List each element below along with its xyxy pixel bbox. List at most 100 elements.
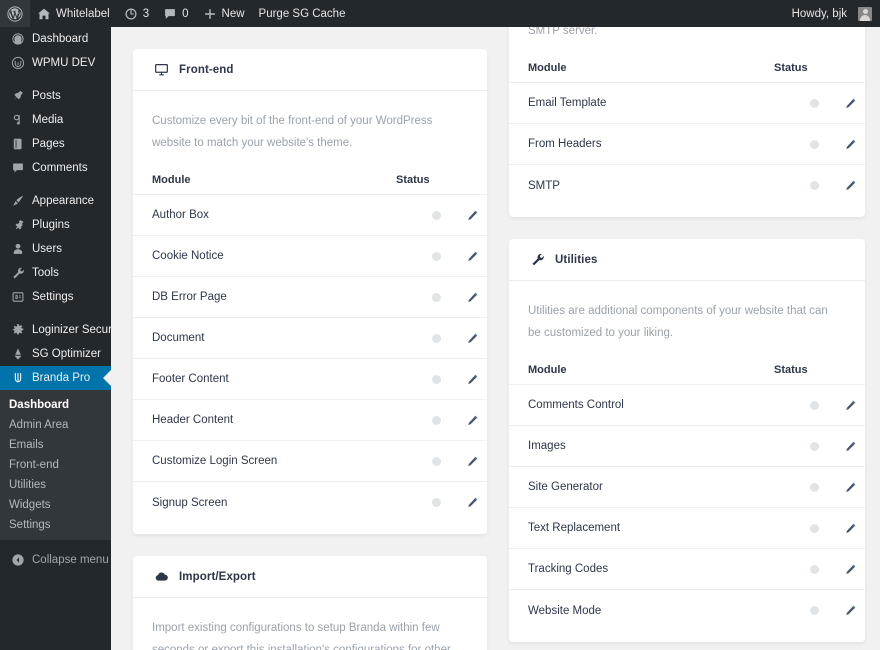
table-row[interactable]: Images [509,426,865,467]
table-row[interactable]: Signup Screen [133,482,487,523]
card-title: Front-end [179,64,234,76]
comments-menu[interactable]: 0 [156,0,195,27]
edit-module-button[interactable] [457,250,487,263]
module-name: Email Template [528,97,793,109]
sidebar-item-media[interactable]: Media [0,108,111,132]
edit-module-button[interactable] [835,179,865,192]
sidebar-item-label: Comments [32,156,88,180]
pencil-icon [844,522,857,535]
table-row[interactable]: Header Content [133,400,487,441]
edit-module-button[interactable] [457,496,487,509]
sidebar-item-label: Posts [32,84,61,108]
edit-module-button[interactable] [457,209,487,222]
gear-icon [9,323,26,337]
paintbrush-icon [9,194,26,208]
edit-module-button[interactable] [457,332,487,345]
edit-module-button[interactable] [835,481,865,494]
updates-menu[interactable]: 3 [117,0,156,27]
collapse-menu-button[interactable]: Collapse menu [0,546,111,574]
status-dot-inactive [810,401,819,410]
wordpress-logo-icon [7,6,23,22]
purge-sg-cache-button[interactable]: Purge SG Cache [252,0,353,27]
table-row[interactable]: Website Mode [509,590,865,631]
table-row[interactable]: Text Replacement [509,508,865,549]
right-column: Emails Completely customize the design, … [509,27,865,650]
edit-module-button[interactable] [835,563,865,576]
card-utilities-header: Utilities [509,239,865,281]
card-emails: Emails Completely customize the design, … [509,27,865,217]
sidebar-item-sg-optimizer[interactable]: SG Optimizer [0,342,111,366]
sidebar-item-tools[interactable]: Tools [0,261,111,285]
new-content-menu[interactable]: New [196,0,252,27]
module-name: Cookie Notice [152,250,415,262]
status-dot-inactive [432,252,441,261]
sidebar-item-wpmu-dev[interactable]: WPMU DEV [0,51,111,75]
avatar [858,7,872,21]
edit-module-button[interactable] [457,455,487,468]
submenu-item-admin-area[interactable]: Admin Area [0,415,111,435]
updates-icon [124,7,138,21]
submenu-item-dashboard[interactable]: Dashboard [0,395,111,415]
edit-module-button[interactable] [835,399,865,412]
sidebar-item-loginizer-security[interactable]: Loginizer Security [0,318,111,342]
submenu-item-settings[interactable]: Settings [0,515,111,535]
pencil-icon [466,250,479,263]
sidebar-item-comments[interactable]: Comments [0,156,111,180]
site-name-menu[interactable]: Whitelabel [30,0,117,27]
submenu-item-utilities[interactable]: Utilities [0,475,111,495]
wp-logo-menu[interactable] [0,0,30,27]
plus-icon [203,7,217,21]
edit-module-button[interactable] [457,373,487,386]
account-menu[interactable]: Howdy, bjk [785,0,880,27]
table-row[interactable]: Comments Control [509,385,865,426]
table-row[interactable]: Author Box [133,195,487,236]
edit-module-button[interactable] [457,291,487,304]
sidebar-item-branda-pro[interactable]: Branda Pro [0,366,111,390]
table-row[interactable]: Email Template [509,83,865,124]
sidebar-item-users[interactable]: Users [0,237,111,261]
module-name: Author Box [152,209,415,221]
edit-module-button[interactable] [835,440,865,453]
pencil-icon [844,604,857,617]
dashboard-columns: Front-end Customize every bit of the fro… [111,27,880,650]
edit-module-button[interactable] [835,138,865,151]
edit-module-button[interactable] [835,604,865,617]
module-name: Customize Login Screen [152,455,415,467]
edit-module-button[interactable] [835,97,865,110]
status-dot-inactive [432,416,441,425]
submenu-item-emails[interactable]: Emails [0,435,111,455]
table-row[interactable]: Document [133,318,487,359]
table-row[interactable]: Tracking Codes [509,549,865,590]
sidebar-item-label: Settings [32,285,74,309]
status-badge [793,99,835,108]
edit-module-button[interactable] [835,522,865,535]
status-badge [793,140,835,149]
emails-module-list: Email Template From Headers [509,82,865,206]
utilities-module-list: Comments Control Images [509,384,865,631]
table-row[interactable]: Cookie Notice [133,236,487,277]
sidebar-item-plugins[interactable]: Plugins [0,213,111,237]
table-row[interactable]: SMTP [509,165,865,206]
sidebar-item-settings[interactable]: Settings [0,285,111,309]
table-row[interactable]: From Headers [509,124,865,165]
sidebar-item-appearance[interactable]: Appearance [0,189,111,213]
table-row[interactable]: DB Error Page [133,277,487,318]
submenu-item-widgets[interactable]: Widgets [0,495,111,515]
sidebar-item-posts[interactable]: Posts [0,84,111,108]
table-row[interactable]: Site Generator [509,467,865,508]
status-badge [793,606,835,615]
submenu-item-front-end[interactable]: Front-end [0,455,111,475]
plugin-icon [9,218,26,232]
pencil-icon [844,481,857,494]
edit-module-button[interactable] [457,414,487,427]
table-row[interactable]: Footer Content [133,359,487,400]
pencil-icon [466,332,479,345]
module-name: Website Mode [528,605,793,617]
status-dot-inactive [810,565,819,574]
status-dot-inactive [432,498,441,507]
sidebar-item-label: Tools [32,261,59,285]
table-row[interactable]: Customize Login Screen [133,441,487,482]
sidebar-item-pages[interactable]: Pages [0,132,111,156]
sidebar-item-dashboard[interactable]: Dashboard [0,27,111,51]
modules-table-header: Module Status [152,154,468,194]
